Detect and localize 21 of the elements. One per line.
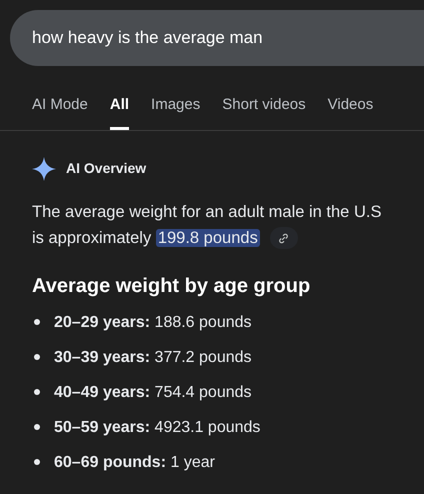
bullet-icon [34,459,40,465]
section-heading: Average weight by age group [32,274,312,298]
list-item: 40–49 years: 754.4 pounds [54,382,252,402]
list-item: 60–69 pounds: 1 year [54,452,215,472]
link-icon[interactable] [270,227,298,250]
search-field[interactable]: how heavy is the average man [10,10,424,66]
sparkle-icon [32,156,56,180]
bullet-icon [34,319,40,325]
bullet-icon [34,424,40,430]
list-item: 30–39 years: 377.2 pounds [54,348,252,368]
tab[interactable]: All [110,94,130,130]
list-item: 20–29 years: 188.6 pounds [54,312,252,332]
tab[interactable]: AI Mode [32,94,88,130]
overview-text: The average weight for an adult male in the U.S is approximately 199.8 pounds [32,198,392,250]
overview-title: AI Overview [66,159,146,178]
tab[interactable]: Images [151,94,200,130]
bullet-icon [34,354,40,360]
tab[interactable]: Videos [328,94,374,130]
bullet-icon [34,389,40,395]
tab[interactable]: Short videos [222,94,306,130]
list-item: 50–59 years: 4923.1 pounds [54,418,260,438]
